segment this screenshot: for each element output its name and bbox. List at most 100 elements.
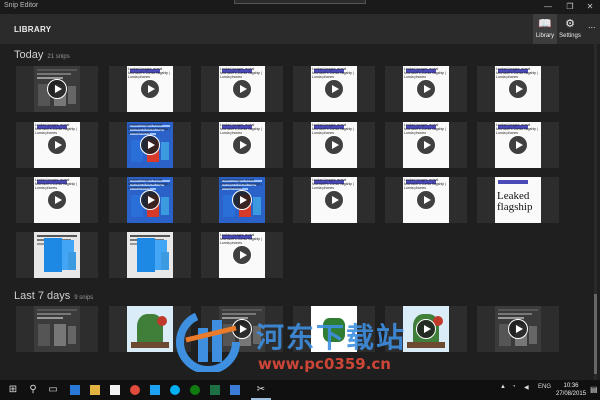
taskbar-explorer[interactable] (88, 383, 102, 397)
taskbar-photos[interactable] (228, 383, 242, 397)
vertical-scrollbar[interactable] (594, 44, 597, 380)
volume-icon[interactable]: ◀ (524, 384, 529, 391)
taskbar-snip-editor[interactable]: ✂ (251, 383, 271, 400)
snip-caption: Leaked images reveal Microsoft's Lumia f… (35, 123, 78, 135)
language-indicator[interactable]: ENG (538, 384, 551, 390)
taskbar-chrome[interactable] (128, 383, 142, 397)
snip-headline: Leaked flagship (497, 190, 533, 213)
play-icon[interactable] (140, 79, 160, 99)
play-icon[interactable] (324, 135, 344, 155)
play-icon[interactable] (416, 319, 436, 339)
snip-tile[interactable]: Leaked images reveal Microsoft's Lumia f… (109, 177, 191, 223)
snip-caption: Leaked images reveal Microsoft's Lumia f… (496, 67, 539, 79)
snip-tile[interactable]: Leaked images reveal Microsoft's Lumia f… (477, 122, 559, 168)
play-icon[interactable] (232, 245, 252, 265)
app-header: LIBRARY (0, 14, 600, 44)
play-icon[interactable] (324, 190, 344, 210)
snip-caption: Leaked images reveal Microsoft's Lumia f… (220, 67, 263, 79)
close-button[interactable]: ✕ (580, 0, 600, 14)
snip-tile[interactable] (109, 232, 191, 278)
section-title: Today (14, 49, 44, 61)
play-icon[interactable] (416, 135, 436, 155)
taskbar-twitter[interactable] (148, 383, 162, 397)
title-handle[interactable] (234, 0, 366, 4)
snip-tile[interactable]: Leaked images reveal Microsoft's Lumia f… (385, 177, 467, 223)
taskbar-skype[interactable] (168, 383, 182, 397)
snip-tile[interactable]: Leaked images reveal Microsoft's Lumia f… (201, 122, 283, 168)
snip-caption: Leaked images reveal Microsoft's Lumia f… (496, 123, 539, 135)
restore-button[interactable]: ❐ (560, 0, 580, 14)
play-icon[interactable] (416, 190, 436, 210)
watermark-url: www.pc0359.cn (258, 355, 391, 373)
more-options-button[interactable]: ... (588, 20, 596, 30)
photos-icon (230, 385, 240, 395)
snip-tile[interactable] (16, 232, 98, 278)
snip-tile[interactable]: Leaked images reveal Microsoft's Lumia f… (293, 177, 375, 223)
task-view-button[interactable]: ▭ (46, 383, 60, 397)
snip-caption: Leaked images reveal Microsoft's Lumia f… (220, 178, 263, 190)
play-icon[interactable] (508, 79, 528, 99)
settings-button[interactable]: ⚙ Settings (558, 14, 582, 44)
snip-tile[interactable]: Leaked images reveal Microsoft's Lumia f… (109, 122, 191, 168)
task-view-icon: ▭ (48, 384, 58, 395)
snip-tile[interactable]: Leaked images reveal Microsoft's Lumia f… (293, 122, 375, 168)
play-icon[interactable] (232, 135, 252, 155)
snip-tile[interactable]: Leaked images reveal Microsoft's Lumia f… (201, 66, 283, 112)
play-icon[interactable] (47, 79, 67, 99)
play-icon[interactable] (47, 190, 67, 210)
play-icon[interactable] (324, 79, 344, 99)
play-icon[interactable] (47, 135, 67, 155)
snip-thumbnail (127, 232, 173, 278)
snip-tile[interactable]: Leaked images reveal Microsoft's Lumia f… (201, 232, 283, 278)
snip-tile[interactable] (477, 306, 559, 352)
snip-tile[interactable]: Leaked images reveal Microsoft's Lumia f… (201, 177, 283, 223)
minimize-button[interactable]: — (538, 0, 558, 14)
play-icon[interactable] (508, 319, 528, 339)
snip-tile[interactable]: Leaked flagship (477, 177, 559, 223)
wifi-icon[interactable]: ◔ (512, 384, 516, 390)
taskbar-excel[interactable] (208, 383, 222, 397)
snip-tile[interactable]: Leaked images reveal Microsoft's Lumia f… (477, 66, 559, 112)
taskbar-store[interactable] (108, 383, 122, 397)
taskbar-edge[interactable] (68, 383, 82, 397)
snip-caption: Leaked images reveal Microsoft's Lumia f… (35, 178, 78, 190)
start-button[interactable]: ⊞ (6, 383, 20, 397)
play-icon[interactable] (140, 190, 160, 210)
snip-caption: Leaked images reveal Microsoft's Lumia f… (404, 123, 447, 135)
clock[interactable]: 10:36 27/08/2015 (556, 382, 586, 398)
snip-tile[interactable] (16, 306, 98, 352)
snip-tile[interactable]: Leaked images reveal Microsoft's Lumia f… (293, 66, 375, 112)
windows-logo-icon: ⊞ (8, 384, 18, 395)
scrollbar-thumb[interactable] (594, 294, 597, 374)
play-icon[interactable] (232, 190, 252, 210)
watermark-text: 河东下载站 (256, 321, 407, 354)
library-button[interactable]: 📖 Library (533, 14, 557, 44)
snip-tile[interactable] (16, 66, 98, 112)
network-icon[interactable]: ▲ (500, 384, 506, 390)
snip-caption: Leaked images reveal Microsoft's Lumia f… (404, 67, 447, 79)
snip-tile[interactable]: Leaked images reveal Microsoft's Lumia f… (109, 66, 191, 112)
taskbar-xbox[interactable] (188, 383, 202, 397)
snip-tile[interactable]: Leaked images reveal Microsoft's Lumia f… (385, 66, 467, 112)
page-title: LIBRARY (14, 25, 52, 34)
edge-icon (70, 385, 80, 395)
snip-caption: Leaked images reveal Microsoft's Lumia f… (312, 178, 355, 190)
search-button[interactable]: ⚲ (26, 383, 40, 397)
title-bar: Snip Editor — ❐ ✕ (0, 0, 600, 14)
play-icon[interactable] (416, 79, 436, 99)
gear-icon: ⚙ (565, 18, 575, 30)
clock-date: 27/08/2015 (556, 391, 587, 397)
play-icon[interactable] (508, 135, 528, 155)
snip-tile[interactable]: Leaked images reveal Microsoft's Lumia f… (16, 177, 98, 223)
play-icon[interactable] (232, 79, 252, 99)
library-label: Library (535, 33, 555, 39)
chrome-icon (130, 385, 140, 395)
snip-tile[interactable]: Leaked images reveal Microsoft's Lumia f… (385, 122, 467, 168)
settings-label: Settings (559, 33, 581, 39)
snip-caption: Leaked images reveal Microsoft's Lumia f… (220, 123, 263, 135)
snip-tile[interactable]: Leaked images reveal Microsoft's Lumia f… (16, 122, 98, 168)
play-icon[interactable] (140, 135, 160, 155)
book-icon: 📖 (538, 18, 552, 30)
section-count: 9 snips (74, 295, 94, 301)
notifications-icon[interactable]: ▤ (590, 385, 598, 394)
